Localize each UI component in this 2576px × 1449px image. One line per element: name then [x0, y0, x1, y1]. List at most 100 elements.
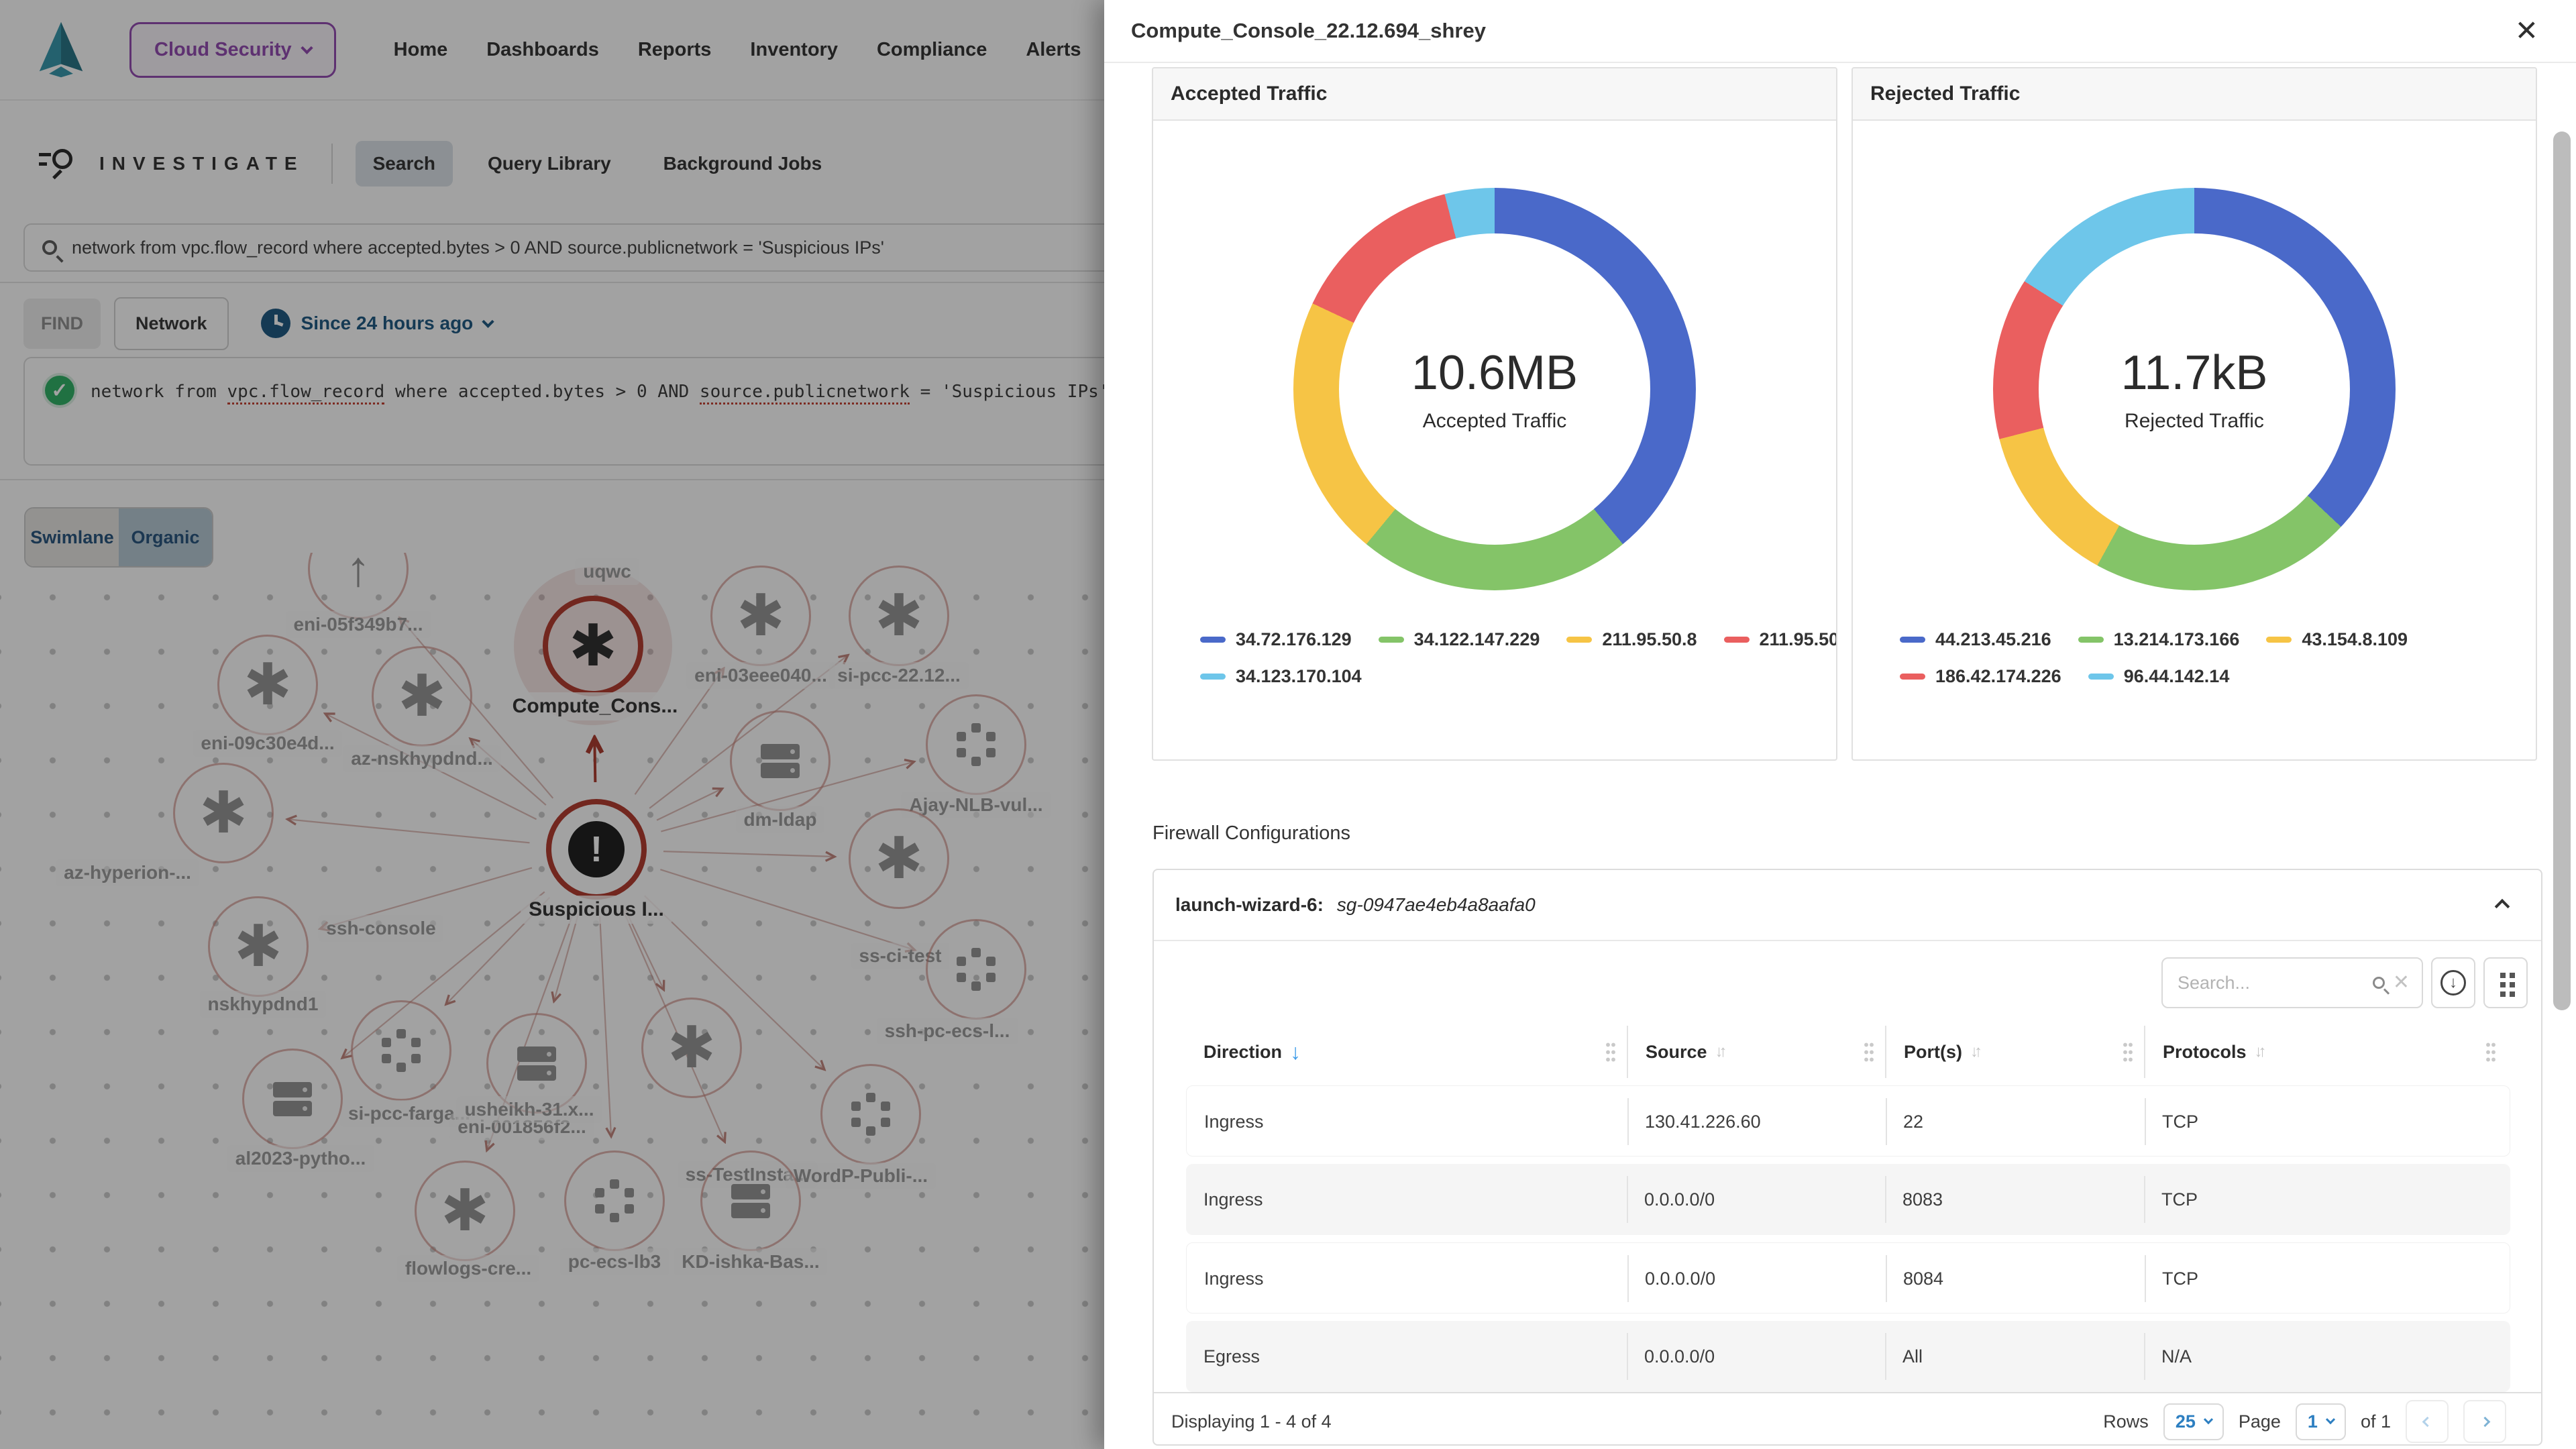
- legend-item[interactable]: 34.122.147.229: [1379, 629, 1540, 650]
- table-toolbar: Search... ✕ ↓: [1154, 957, 2528, 1008]
- collapse-button[interactable]: [2497, 898, 2508, 912]
- legend-item[interactable]: 96.44.142.14: [2088, 666, 2230, 687]
- chevron-left-icon: [2422, 1416, 2432, 1427]
- table-cell: 0.0.0.0/0: [1627, 1243, 1886, 1314]
- traffic-cards-row: Accepted Traffic 10.6MBAccepted Traffic 34…: [1152, 67, 2537, 761]
- table-cell: 8084: [1886, 1243, 2145, 1314]
- modal-dim-overlay: [0, 0, 1104, 1449]
- donut-center: 11.7kBRejected Traffic: [2039, 233, 2350, 545]
- displaying-count: Displaying 1 - 4 of 4: [1171, 1411, 1332, 1432]
- column-label: Source: [1646, 1042, 1707, 1063]
- legend-item[interactable]: 34.72.176.129: [1200, 629, 1352, 650]
- page-label: Page: [2239, 1411, 2281, 1432]
- legend-item[interactable]: 211.95.50.8: [1566, 629, 1697, 650]
- legend-swatch: [1566, 637, 1592, 643]
- table-search-input[interactable]: Search... ✕: [2161, 957, 2423, 1008]
- legend-ip-label: 43.154.8.109: [2302, 629, 2408, 650]
- legend-swatch: [2078, 637, 2104, 643]
- table-row[interactable]: Ingress0.0.0.0/08084TCP: [1186, 1242, 2510, 1313]
- column-settings-button[interactable]: [2483, 957, 2528, 1008]
- download-icon: ↓: [2440, 970, 2466, 996]
- column-label: Protocols: [2163, 1042, 2247, 1063]
- rows-per-page-select[interactable]: 25: [2163, 1403, 2224, 1440]
- firewall-card: launch-wizard-6: sg-0947ae4eb4a8aafa0 Se…: [1152, 869, 2542, 1446]
- firewall-heading: Firewall Configurations: [1152, 822, 1350, 845]
- sort-desc-icon[interactable]: ↓: [1290, 1041, 1301, 1063]
- legend-swatch: [2088, 674, 2114, 680]
- column-drag-handle[interactable]: [1864, 1041, 1874, 1063]
- security-group-name: launch-wizard-6:: [1175, 894, 1324, 916]
- table-cell: TCP: [2145, 1086, 2508, 1157]
- chevron-right-icon: [2479, 1416, 2490, 1427]
- donut-ring: 10.6MBAccepted Traffic: [1293, 188, 1696, 590]
- firewall-table: Direction↓Source↓↑Port(s)↓↑Protocols↓↑ I…: [1186, 1026, 2510, 1392]
- page-of-label: of 1: [2361, 1411, 2391, 1432]
- column-header-ports[interactable]: Port(s)↓↑: [1885, 1026, 2144, 1078]
- close-icon[interactable]: ✕: [2515, 17, 2538, 45]
- search-icon: [2373, 977, 2385, 989]
- table-row[interactable]: Ingress0.0.0.0/08083TCP: [1186, 1164, 2510, 1235]
- table-cell: 0.0.0.0/0: [1627, 1321, 1885, 1392]
- sort-icon[interactable]: ↓↑: [1715, 1042, 1727, 1061]
- table-row[interactable]: Ingress130.41.226.6022TCP: [1186, 1085, 2510, 1157]
- legend-item[interactable]: 34.123.170.104: [1200, 666, 1362, 687]
- legend-ip-label: 13.214.173.166: [2114, 629, 2240, 650]
- chevron-down-icon: [2326, 1415, 2335, 1424]
- legend-ip-label: 186.42.174.226: [1935, 666, 2061, 687]
- legend-item[interactable]: 186.42.174.226: [1900, 666, 2061, 687]
- sort-icon[interactable]: ↓↑: [1970, 1042, 1982, 1061]
- rows-per-page-value: 25: [2176, 1411, 2196, 1432]
- card-title: Accepted Traffic: [1153, 68, 1836, 121]
- drawer-scrollbar[interactable]: [2553, 131, 2571, 1010]
- next-page-button[interactable]: [2463, 1400, 2506, 1443]
- column-header-source[interactable]: Source ↓↑: [1627, 1026, 1885, 1078]
- table-row[interactable]: Egress0.0.0.0/0AllN/A: [1186, 1321, 2510, 1392]
- table-cell: All: [1885, 1321, 2144, 1392]
- table-cell: Ingress: [1187, 1086, 1627, 1157]
- sort-icon[interactable]: ↓↑: [2255, 1042, 2267, 1061]
- table-cell: 0.0.0.0/0: [1627, 1164, 1885, 1235]
- prev-page-button[interactable]: [2406, 1400, 2449, 1443]
- column-drag-handle[interactable]: [2485, 1041, 2496, 1063]
- table-cell: TCP: [2144, 1164, 2507, 1235]
- table-body: Ingress130.41.226.6022TCPIngress0.0.0.0/…: [1186, 1085, 2510, 1392]
- donut-center-value: 11.7kB: [2121, 345, 2268, 400]
- legend-item[interactable]: 211.95.50.7: [1724, 629, 1837, 650]
- table-cell: Ingress: [1187, 1243, 1627, 1314]
- donut-center-value: 10.6MB: [1411, 345, 1578, 400]
- table-cell: 8083: [1885, 1164, 2144, 1235]
- download-button[interactable]: ↓: [2431, 957, 2475, 1008]
- column-drag-handle[interactable]: [1605, 1041, 1616, 1063]
- legend-ip-label: 34.123.170.104: [1236, 666, 1362, 687]
- column-label: Direction: [1203, 1042, 1282, 1063]
- column-header-protocols[interactable]: Protocols ↓↑: [2144, 1026, 2507, 1078]
- legend-ip-label: 211.95.50.8: [1602, 629, 1697, 650]
- legend-ip-label: 211.95.50.7: [1760, 629, 1837, 650]
- legend-swatch: [2266, 637, 2292, 643]
- table-cell: TCP: [2145, 1243, 2508, 1314]
- clear-search-icon[interactable]: ✕: [2393, 973, 2410, 993]
- legend-swatch: [1900, 637, 1925, 643]
- table-footer: Displaying 1 - 4 of 4 Rows 25 Page 1 of …: [1154, 1392, 2541, 1449]
- legend-item[interactable]: 13.214.173.166: [2078, 629, 2240, 650]
- legend-item[interactable]: 43.154.8.109: [2266, 629, 2408, 650]
- donut-ring: 11.7kBRejected Traffic: [1993, 188, 2396, 590]
- column-header-direction[interactable]: Direction ↓: [1186, 1026, 1627, 1078]
- legend-ip-label: 34.72.176.129: [1236, 629, 1352, 650]
- legend-swatch: [1724, 637, 1750, 643]
- legend-item[interactable]: 44.213.45.216: [1900, 629, 2051, 650]
- table-header-row: Direction↓Source↓↑Port(s)↓↑Protocols↓↑: [1186, 1026, 2510, 1078]
- grid-icon: [2500, 973, 2506, 978]
- column-drag-handle[interactable]: [2123, 1041, 2133, 1063]
- table-cell: 130.41.226.60: [1627, 1086, 1886, 1157]
- legend-ip-label: 96.44.142.14: [2124, 666, 2230, 687]
- legend-swatch: [1379, 637, 1404, 643]
- firewall-group-header[interactable]: launch-wizard-6: sg-0947ae4eb4a8aafa0: [1154, 870, 2541, 941]
- donut-chart: 11.7kBRejected Traffic: [1993, 188, 2396, 590]
- rows-label: Rows: [2103, 1411, 2149, 1432]
- legend-ip-label: 34.122.147.229: [1414, 629, 1540, 650]
- security-group-id: sg-0947ae4eb4a8aafa0: [1337, 894, 1536, 916]
- page-value: 1: [2308, 1411, 2318, 1432]
- donut-center: 10.6MBAccepted Traffic: [1339, 233, 1650, 545]
- page-select[interactable]: 1: [2296, 1403, 2346, 1440]
